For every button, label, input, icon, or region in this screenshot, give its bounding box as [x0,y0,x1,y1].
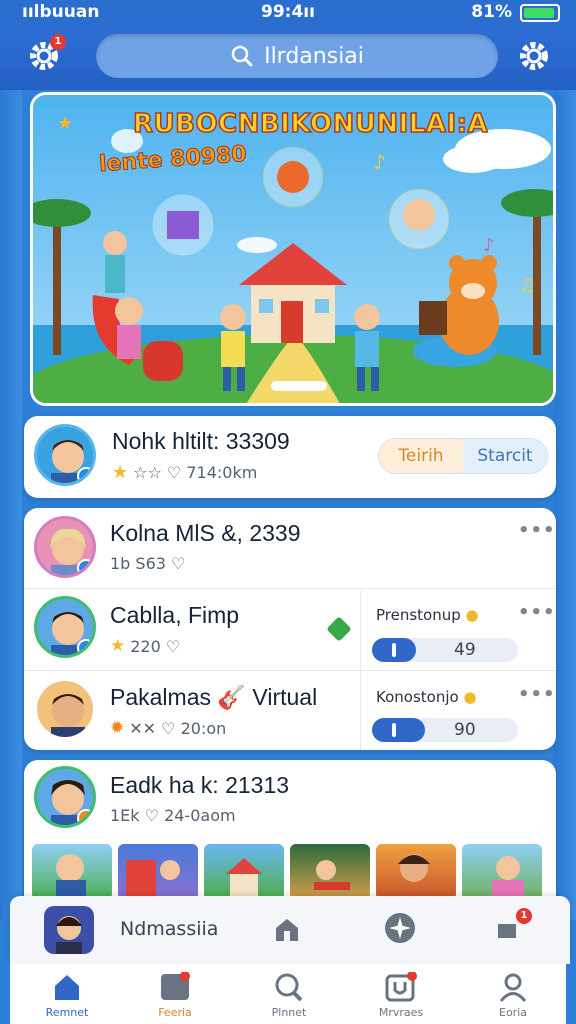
nav-messages[interactable]: Mrvraes [356,972,446,1024]
status-badge [77,809,93,825]
home-icon [55,975,79,1000]
svg-text:♪: ♪ [373,150,386,174]
status-badge [77,639,93,655]
user-list-card: Kolna MlS &, 2339 1b S63 ♡ ••• Cablla, F… [24,508,556,750]
coin-icon: ● [463,688,477,706]
battery-icon [520,4,560,22]
sun-icon: ✹ [110,718,125,738]
media-strip [32,844,552,900]
search-icon [231,45,253,67]
user-meta: ★ ☆☆ ♡ 714:0km [112,462,257,483]
app-header: 1 Ilrdansiai [0,26,576,90]
profile-icon [499,973,527,1002]
plan-progress-bar[interactable] [372,638,518,662]
divider [24,588,556,589]
svg-text:♫: ♫ [519,275,535,296]
star-icon: ★ [112,462,129,483]
more-options-icon[interactable]: ••• [518,520,556,541]
media-thumbnail[interactable] [32,844,112,900]
nav-label: Mrvraes [378,1006,424,1019]
tab-starcit[interactable]: Starcit [463,439,547,473]
plan-value: 49 [454,640,476,660]
home-outline-icon[interactable] [272,914,302,948]
svg-text:★: ★ [57,113,73,134]
nav-label: Feeria [158,1006,192,1019]
plan-label-text: Prenstonup [376,606,461,624]
nav-feed[interactable]: Feeria [130,972,220,1024]
user-meta-text: ☆☆ ♡ 714:0km [133,463,258,482]
banner-title: RUBOCNBIKONUNILAI:A [132,108,489,140]
divider [24,670,556,671]
bottom-nav: Remnet Feeria Plnnet Mrvraes Eoria [10,964,566,1024]
coin-icon: ● [465,606,479,624]
media-thumbnail[interactable] [290,844,370,900]
user-meta: 1b S63 ♡ [110,554,186,573]
search-bar[interactable]: Ilrdansiai [96,34,498,78]
user-name: Nohk hltilt: 33309 [112,428,290,454]
mode-toggle[interactable]: Teirih Starcit [378,438,548,474]
featured-banner[interactable]: ♪ ♪ ♫ ★ RUBOCNBIKONUNILAI:A lente 80980 [30,92,556,406]
plan-label: Prenstonup ● [376,606,479,624]
media-thumbnail[interactable] [376,844,456,900]
avatar [34,516,96,578]
more-options-icon[interactable]: ••• [518,602,556,623]
mini-player[interactable]: Ndmassiia 1 [10,896,570,964]
more-options-icon[interactable]: ••• [518,684,556,705]
user-name: Cablla, Fimp [110,602,240,628]
user-name: Kolna MlS &, 2339 [110,520,301,546]
progress-handle [392,643,396,657]
plan-value: 90 [454,720,476,740]
chat-icon[interactable]: 1 [494,908,532,948]
left-edge [0,90,22,920]
tab-teirih[interactable]: Teirih [379,439,463,473]
plan-progress-bar[interactable] [372,718,518,742]
mini-avatar [44,906,94,954]
status-badge [77,559,93,575]
star-icon: ★ [110,636,126,656]
battery-percent: 81% [471,2,512,22]
status-bar: ıılbuuan 99:4ıı 81% [0,0,576,26]
media-thumbnail[interactable] [204,844,284,900]
mini-player-name: Ndmassiia [120,918,219,940]
avatar [34,678,96,740]
nav-home[interactable]: Remnet [22,972,112,1024]
user-name: Eadk ha k: 21313 [110,772,290,798]
nav-label: Remnet [45,1006,89,1019]
plan-label: Konostonjo ● [376,688,477,706]
banner-illustration: ♪ ♪ ♫ ★ [33,95,553,403]
heart-icon[interactable] [326,616,352,642]
media-thumbnail[interactable] [462,844,542,900]
gear-icon[interactable] [516,38,552,74]
user-meta: ★ 220 ♡ [110,636,180,656]
user-meta-text: ✕✕ ♡ 20:on [129,718,227,738]
notification-dot: 1 [516,908,532,924]
user-meta: ✹ ✕✕ ♡ 20:on [110,718,226,738]
search-text: Ilrdansiai [264,43,364,69]
nav-label: Plnnet [271,1006,307,1019]
inbox-icon [385,972,417,1002]
avatar [34,596,96,658]
search-icon [275,973,303,1002]
progress-handle [392,723,396,737]
right-edge [554,90,576,920]
nav-profile[interactable]: Eoria [468,972,558,1024]
avatar [34,766,96,828]
status-badge [77,467,93,483]
plan-label-text: Konostonjo [376,688,459,706]
game-icon [161,972,190,1000]
user-meta: 1Ek ♡ 24-0aom [110,806,236,825]
user-meta-text: 220 ♡ [130,636,181,656]
media-thumbnail[interactable] [118,844,198,900]
svg-text:♪: ♪ [483,235,495,256]
progress-fill [372,718,425,742]
notification-dot: 1 [50,34,66,50]
compass-icon[interactable] [384,912,416,948]
user-name: Pakalmas 🎸 Virtual [110,684,318,710]
nav-explore[interactable]: Plnnet [244,972,334,1024]
nav-label: Eoria [499,1006,527,1019]
banner-pager [271,381,327,391]
featured-user-card[interactable]: Nohk hltilt: 33309 ★ ☆☆ ♡ 714:0km Teirih… [24,416,556,498]
avatar [34,424,96,486]
settings-badge-icon[interactable]: 1 [26,34,66,74]
